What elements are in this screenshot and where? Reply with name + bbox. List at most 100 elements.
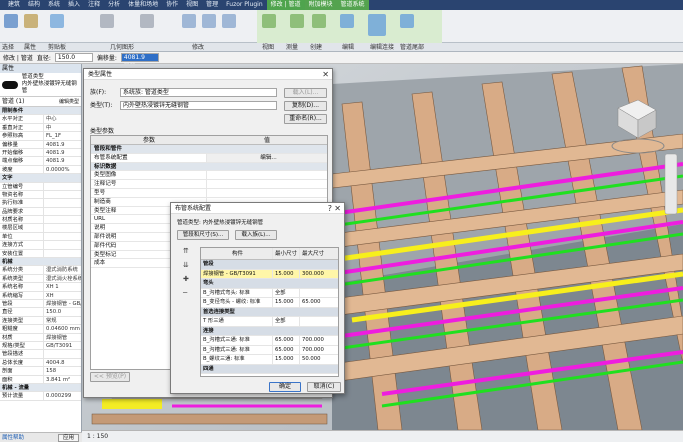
routing-section[interactable]: 四通 bbox=[201, 364, 338, 374]
move-up-icon[interactable]: ⇈ bbox=[183, 247, 189, 255]
routing-max-size[interactable]: 700.000 bbox=[300, 336, 338, 345]
preview-button[interactable]: << 预览(P) bbox=[90, 372, 130, 382]
add-row-icon[interactable]: ✚ bbox=[183, 275, 189, 283]
property-value[interactable]: 中 bbox=[44, 124, 81, 131]
property-value[interactable]: 158 bbox=[44, 367, 81, 374]
property-value[interactable] bbox=[44, 208, 81, 215]
property-value[interactable]: 4004.8 bbox=[44, 359, 81, 366]
property-row[interactable]: 品牌要求 bbox=[0, 207, 81, 217]
type-param-value[interactable] bbox=[207, 189, 327, 197]
properties-icon[interactable] bbox=[24, 14, 38, 28]
routing-row[interactable]: 焊接钢管 - GB/T3091 15.000 300.000 bbox=[201, 269, 338, 279]
ribbon-tab[interactable]: 结构 bbox=[24, 0, 44, 10]
routing-section[interactable]: 管段 bbox=[201, 260, 338, 270]
modify-icon[interactable] bbox=[4, 14, 18, 28]
property-row[interactable]: 预计流量 0.000299 bbox=[0, 392, 81, 401]
routing-section[interactable]: 连接 bbox=[201, 326, 338, 336]
property-row[interactable]: 总体长度 4004.8 bbox=[0, 358, 81, 368]
ribbon-tab[interactable]: 建筑 bbox=[4, 0, 24, 10]
routing-section[interactable]: 首选连接类型 bbox=[201, 307, 338, 317]
properties-help-link[interactable]: 属性帮助 bbox=[2, 435, 24, 441]
routing-row[interactable]: B_螺纹三通: 标准 15.000 50.000 bbox=[201, 355, 338, 365]
ribbon-tab[interactable]: 体量和场地 bbox=[124, 0, 162, 10]
routing-min-size[interactable]: 15.000 bbox=[273, 355, 300, 364]
property-value[interactable] bbox=[44, 250, 81, 257]
type-select[interactable]: 内外壁热浸镀锌无缝钢管 bbox=[120, 101, 277, 110]
join-geometry-icon[interactable] bbox=[140, 14, 154, 28]
property-value[interactable] bbox=[44, 183, 81, 190]
property-value[interactable]: 150.0 bbox=[44, 308, 81, 315]
ribbon-tab[interactable]: 管理 bbox=[202, 0, 222, 10]
property-row[interactable]: 管段描述 bbox=[0, 350, 81, 359]
property-row[interactable]: 连接方式 bbox=[0, 241, 81, 250]
property-row[interactable]: 安装位置 bbox=[0, 249, 81, 259]
property-row[interactable]: 剖面 158 bbox=[0, 367, 81, 376]
segments-sizes-button[interactable]: 管段和尺寸(S)... bbox=[177, 230, 229, 240]
type-param-row[interactable]: 类型图像 bbox=[91, 171, 327, 181]
routing-section[interactable]: 弯头 bbox=[201, 279, 338, 289]
ribbon-tab[interactable]: 协作 bbox=[162, 0, 182, 10]
ribbon-tab[interactable]: 修改 | 管道 bbox=[266, 0, 305, 10]
load-button[interactable]: 载入(L)... bbox=[284, 88, 327, 98]
routing-max-size[interactable] bbox=[300, 289, 338, 298]
cancel-button[interactable]: 取消(C) bbox=[307, 382, 341, 392]
property-value[interactable]: 0.0000% bbox=[44, 166, 81, 173]
type-param-row[interactable]: 型号 bbox=[91, 188, 327, 198]
property-row[interactable]: 系统名称 XH 1 bbox=[0, 283, 81, 292]
edit-type-button[interactable]: 编辑类型 bbox=[59, 97, 79, 107]
ribbon-tab[interactable]: 管道系统 bbox=[336, 0, 369, 10]
property-row[interactable]: 开始偏移 4081.9 bbox=[0, 148, 81, 158]
routing-edit-button[interactable]: 编辑... bbox=[207, 153, 327, 162]
help-icon[interactable]: ? bbox=[328, 203, 332, 214]
routing-row[interactable]: B_变径弯头 - 螺纹: 标准 15.000 65.000 bbox=[201, 298, 338, 308]
routing-row[interactable]: B_沟槽式弯头: 标准 全部 bbox=[201, 288, 338, 298]
ribbon-tab[interactable]: 系统 bbox=[44, 0, 64, 10]
property-row[interactable]: 面积 3.841 m² bbox=[0, 375, 81, 384]
cut-geometry-icon[interactable] bbox=[100, 14, 114, 28]
property-row[interactable]: 规格/类型 GB/T3091 bbox=[0, 341, 81, 351]
property-row[interactable]: 坡度 0.0000% bbox=[0, 165, 81, 175]
property-value[interactable]: 0.000299 bbox=[44, 392, 81, 399]
property-row[interactable]: 垂直对正中 bbox=[0, 123, 81, 133]
property-row[interactable]: 系统分类 湿式消防系统 bbox=[0, 266, 81, 275]
measure-icon[interactable] bbox=[290, 14, 304, 28]
property-value[interactable] bbox=[44, 350, 81, 357]
rename-button[interactable]: 重命名(R)... bbox=[284, 114, 327, 124]
property-row[interactable]: 材质名称 bbox=[0, 216, 81, 225]
property-row[interactable]: 粗糙度 0.04600 mm bbox=[0, 325, 81, 334]
edit-connection-icon[interactable] bbox=[368, 14, 386, 36]
property-row[interactable]: 楼层区域 bbox=[0, 224, 81, 233]
create-icon[interactable] bbox=[312, 14, 326, 28]
type-param-value[interactable] bbox=[207, 180, 327, 188]
routing-min-size[interactable]: 全部 bbox=[273, 317, 300, 326]
property-row[interactable]: 立管编号 bbox=[0, 182, 81, 191]
property-value[interactable]: 焊接钢管 - GB/T3091 bbox=[44, 300, 81, 307]
routing-max-size[interactable]: 700.000 bbox=[300, 346, 338, 355]
family-select[interactable]: 系统族: 管道类型 bbox=[120, 88, 277, 97]
property-row[interactable]: 系统缩写 XH bbox=[0, 291, 81, 300]
property-row[interactable]: 直径 150.0 bbox=[0, 308, 81, 317]
property-row[interactable]: 执行标准 bbox=[0, 199, 81, 208]
property-value[interactable]: 焊接钢管 bbox=[44, 334, 81, 341]
property-row[interactable]: 水平对正 中心 bbox=[0, 115, 81, 124]
property-value[interactable]: 湿式消防系统 bbox=[44, 266, 81, 273]
property-row[interactable]: 端点偏移 4081.9 bbox=[0, 157, 81, 166]
rotate-icon[interactable] bbox=[202, 14, 216, 28]
view-icon[interactable] bbox=[262, 14, 276, 28]
move-icon[interactable] bbox=[182, 14, 196, 28]
property-value[interactable] bbox=[44, 199, 81, 206]
ribbon-tab[interactable]: Fuzor Plugin bbox=[222, 0, 267, 10]
paste-icon[interactable] bbox=[50, 14, 64, 28]
property-value[interactable] bbox=[44, 233, 81, 240]
property-row[interactable]: 偏移量 4081.9 bbox=[0, 140, 81, 149]
property-group[interactable]: 机械 bbox=[0, 258, 81, 267]
property-value[interactable]: XH 1 bbox=[44, 283, 81, 290]
instance-filter[interactable]: 管道 (1) 编辑类型 bbox=[0, 97, 81, 107]
property-row[interactable]: 系统类型 湿式消火栓系统 bbox=[0, 274, 81, 284]
property-row[interactable]: 材质 焊接钢管 bbox=[0, 333, 81, 342]
routing-row[interactable]: B_沟槽式三通: 标准 65.000 700.000 bbox=[201, 345, 338, 355]
property-value[interactable] bbox=[44, 191, 81, 198]
type-selector[interactable]: 管道类型 内外壁热浸镀锌无缝钢管 bbox=[0, 73, 81, 97]
routing-min-size[interactable]: 65.000 bbox=[273, 345, 300, 354]
offset-input[interactable]: 4081.9 mm bbox=[120, 53, 159, 69]
